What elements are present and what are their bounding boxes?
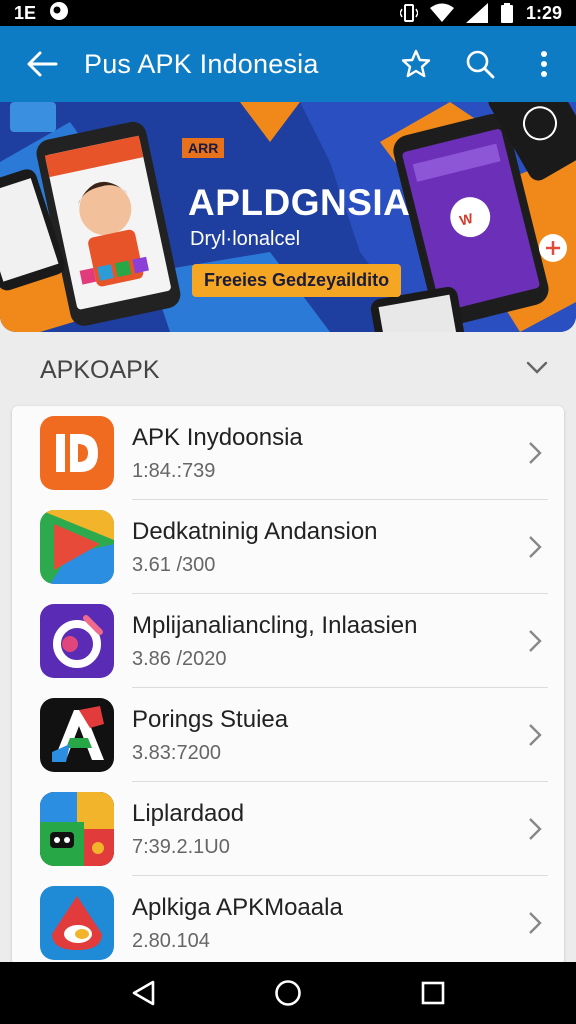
banner-cta-button[interactable]: Freeies Gedzeyaildito <box>192 264 402 297</box>
arrow-left-icon <box>27 51 58 77</box>
chevron-right-icon <box>529 442 542 464</box>
banner-tag: ARR <box>182 138 225 158</box>
chevron-right-icon <box>529 536 542 558</box>
battery-icon <box>500 3 514 23</box>
section-title: APKOAPK <box>40 355 160 384</box>
nav-back-button[interactable] <box>113 963 173 1023</box>
signal-icon <box>465 3 488 23</box>
list-item[interactable]: Dedkatninig Andansion 3.61 /300 <box>12 500 564 594</box>
red-shield-icon <box>40 886 114 960</box>
page-title: Pus APK Indonesia <box>84 48 319 79</box>
app-meta: 7:39.2.1U0 <box>132 835 230 858</box>
colorful-puzzle-icon <box>40 792 114 866</box>
search-icon <box>466 50 495 79</box>
notification-icon <box>48 0 70 27</box>
star-icon <box>401 49 431 78</box>
play-triangle-icon <box>40 510 114 584</box>
app-name: Dedkatninig Andansion <box>132 517 378 545</box>
list-item[interactable]: Mplijanaliancling, Inlaasien 3.86 /2020 <box>12 594 564 688</box>
list-item[interactable]: APK Inydoonsia 1:84.:739 <box>12 406 564 500</box>
vibrate-icon <box>399 3 418 23</box>
back-button[interactable] <box>0 26 84 102</box>
app-bar: Pus APK Indonesia <box>0 26 576 102</box>
app-name: Mplijanaliancling, Inlaasien <box>132 611 418 639</box>
app-meta: 2.80.104 <box>132 929 210 952</box>
section-header: APKOAPK <box>0 342 576 398</box>
chevron-right-icon <box>529 818 542 840</box>
collapse-button[interactable] <box>526 361 548 380</box>
app-meta: 3.86 /2020 <box>132 647 227 670</box>
app-name: Aplkiga APKMoaala <box>132 893 343 921</box>
app-name: APK Inydoonsia <box>132 423 303 451</box>
chevron-right-icon <box>529 724 542 746</box>
triangle-back-icon <box>132 980 154 1006</box>
overflow-menu-button[interactable] <box>512 26 576 102</box>
clock-time: 1:29 <box>525 2 562 23</box>
app-meta: 3.61 /300 <box>132 553 216 576</box>
app-meta: 1:84.:739 <box>132 459 216 482</box>
wifi-icon <box>429 3 454 23</box>
chevron-down-icon <box>526 361 548 374</box>
banner-title: APLDGNSIA <box>188 182 411 223</box>
chevron-right-icon <box>529 912 542 934</box>
search-button[interactable] <box>448 26 512 102</box>
status-left-text: 1E <box>14 2 37 23</box>
a-letter-icon <box>40 698 114 772</box>
system-nav-bar <box>0 962 576 1024</box>
nav-home-button[interactable] <box>258 963 318 1023</box>
banner-subtitle: Dryl·lonalcel <box>190 228 301 250</box>
list-item[interactable]: Aplkiga APKMoaala 2.80.104 <box>12 876 564 966</box>
more-vert-icon <box>541 51 547 77</box>
purple-ring-icon <box>40 604 114 678</box>
chevron-right-icon <box>529 630 542 652</box>
nav-recents-button[interactable] <box>403 963 463 1023</box>
square-recents-icon <box>422 981 445 1005</box>
status-bar: 1E 1:29 <box>0 0 576 26</box>
list-item[interactable]: Liplardaod 7:39.2.1U0 <box>12 782 564 876</box>
app-meta: 3.83:7200 <box>132 741 221 764</box>
promo-banner[interactable]: W ARR APLDGNSIA Dryl·lonalcel Freeies Ge… <box>0 102 576 332</box>
app-name: Porings Stuiea <box>132 705 289 733</box>
favorite-button[interactable] <box>384 26 448 102</box>
circle-home-icon <box>275 980 301 1006</box>
app-name: Liplardaod <box>132 799 245 827</box>
list-item[interactable]: Porings Stuiea 3.83:7200 <box>12 688 564 782</box>
app-list: APK Inydoonsia 1:84.:739 Dedkatninig And… <box>12 406 564 966</box>
apk-orange-icon <box>40 416 114 490</box>
